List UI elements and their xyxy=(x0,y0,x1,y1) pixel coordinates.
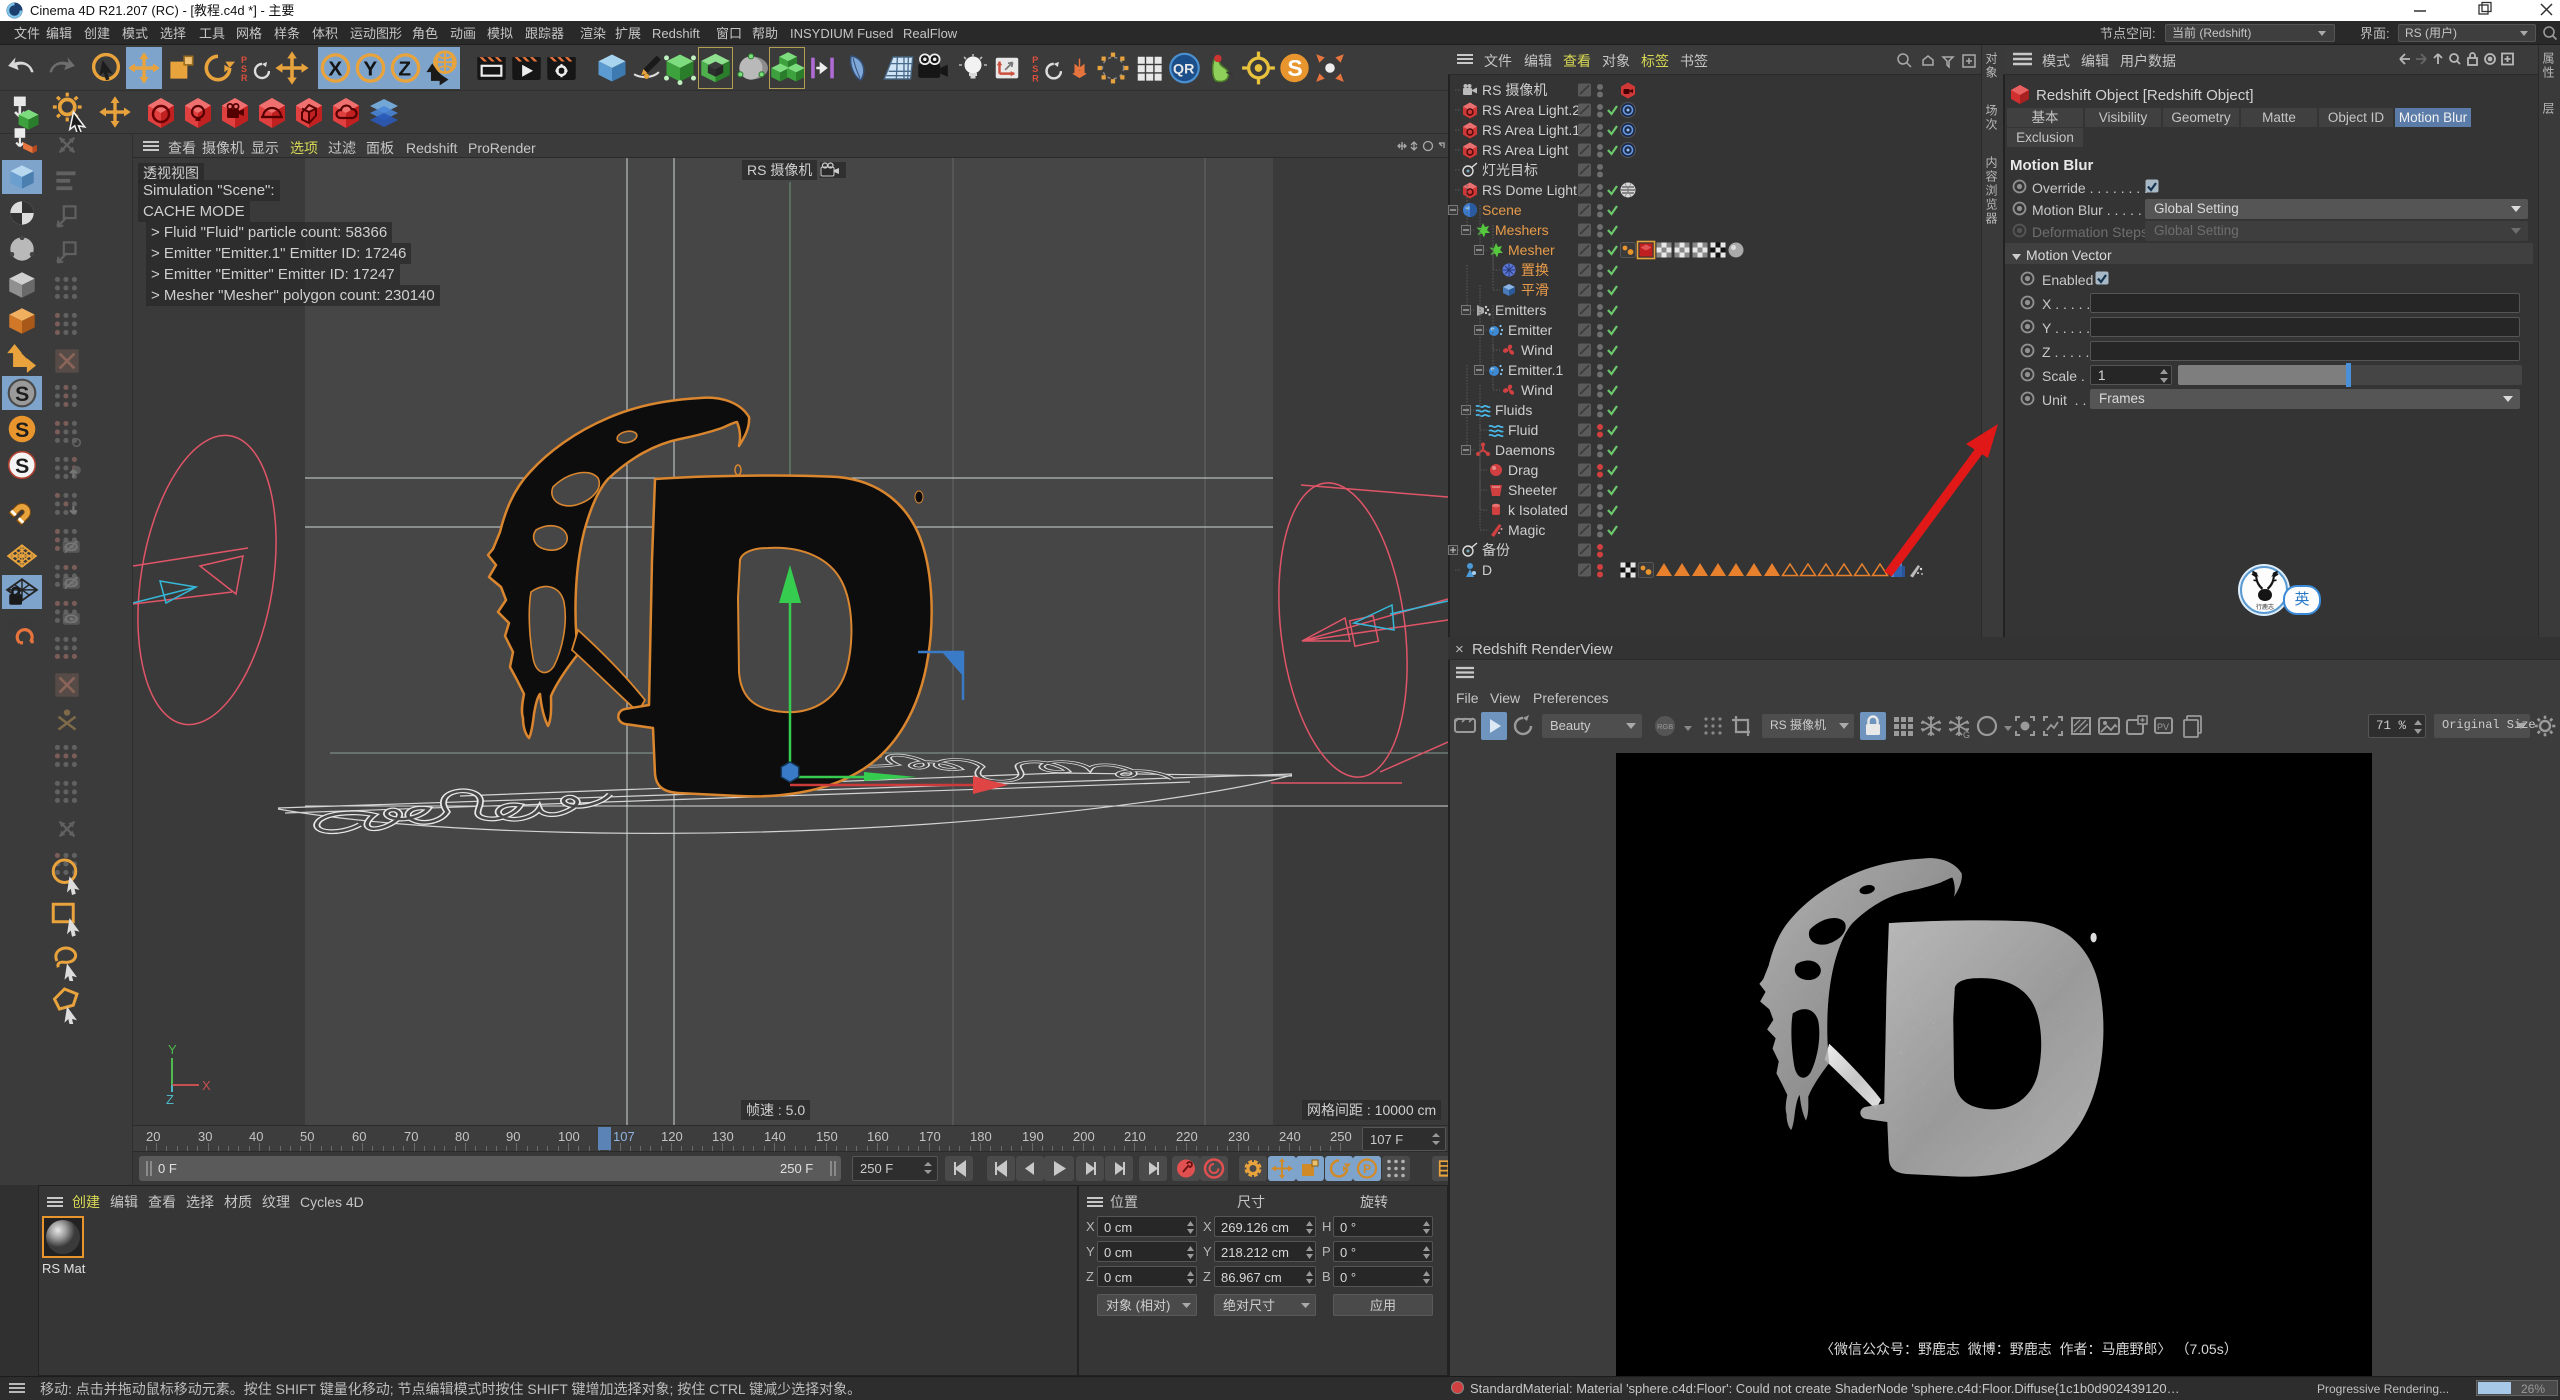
svg-text:S: S xyxy=(15,454,29,478)
svg-text:QR: QR xyxy=(1173,61,1194,77)
svg-text:S: S xyxy=(1287,55,1302,81)
svg-text:R: R xyxy=(1032,73,1039,83)
svg-text:S: S xyxy=(15,418,29,442)
svg-text:RGB: RGB xyxy=(1657,722,1673,731)
svg-text:R: R xyxy=(241,73,248,83)
svg-text:Y: Y xyxy=(363,58,377,81)
svg-text:行鹿志: 行鹿志 xyxy=(2256,603,2274,611)
svg-text:Z: Z xyxy=(398,58,411,81)
svg-text:X: X xyxy=(328,58,342,81)
svg-text:G: G xyxy=(1963,730,1970,740)
svg-text:Z: Z xyxy=(166,1092,174,1107)
svg-text:Y: Y xyxy=(168,1042,177,1057)
svg-text:X: X xyxy=(202,1078,211,1093)
svg-text:S: S xyxy=(15,382,29,406)
svg-text:PV: PV xyxy=(2157,722,2169,732)
svg-text:P: P xyxy=(1363,1162,1371,1176)
